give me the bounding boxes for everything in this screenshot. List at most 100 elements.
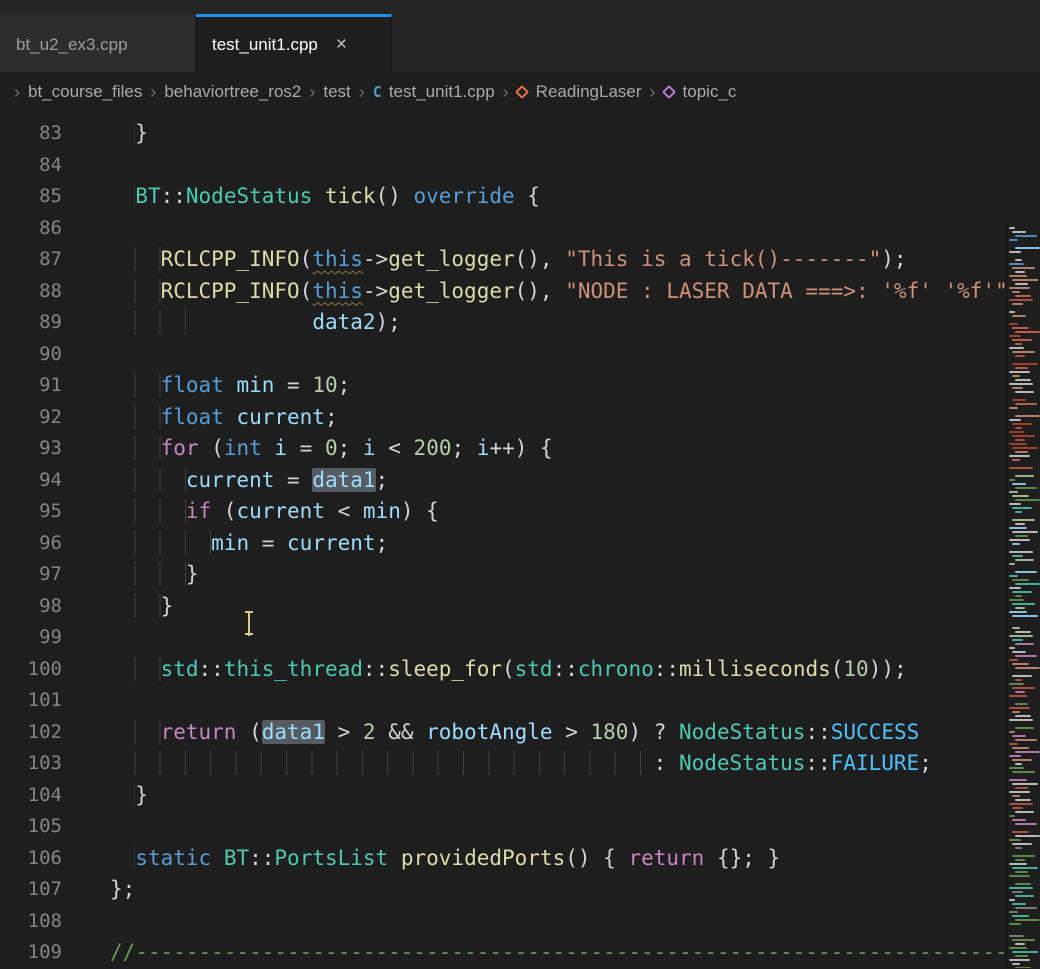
code-token: = [274, 468, 312, 492]
line-number[interactable]: 87 [0, 244, 62, 276]
code-token [110, 751, 654, 775]
line-number[interactable]: 102 [0, 717, 62, 749]
code-line-86[interactable] [110, 213, 1006, 245]
code-line-98[interactable]: } [110, 591, 1006, 623]
line-number[interactable]: 98 [0, 591, 62, 623]
line-number[interactable]: 91 [0, 370, 62, 402]
code-line-95[interactable]: if (current < min) { [110, 496, 1006, 528]
line-number[interactable]: 104 [0, 780, 62, 812]
line-number[interactable]: 99 [0, 622, 62, 654]
breadcrumb-item-behaviortree-ros2[interactable]: behaviortree_ros2 [164, 82, 301, 102]
code-token: return [628, 846, 704, 870]
code-token: std [515, 657, 553, 681]
code-token [110, 783, 135, 807]
code-line-104[interactable]: } [110, 780, 1006, 812]
code-token: static [135, 846, 211, 870]
code-line-85[interactable]: BT::NodeStatus tick() override { [110, 181, 1006, 213]
line-number[interactable]: 95 [0, 496, 62, 528]
code-line-84[interactable] [110, 150, 1006, 182]
code-token: chrono [578, 657, 654, 681]
breadcrumb-label: bt_course_files [28, 82, 142, 102]
code-token [110, 562, 186, 586]
code-token: = [274, 373, 312, 397]
line-number[interactable]: 96 [0, 528, 62, 560]
line-number[interactable]: 101 [0, 685, 62, 717]
code-line-100[interactable]: std::this_thread::sleep_for(std::chrono:… [110, 654, 1006, 686]
code-line-99[interactable] [110, 622, 1006, 654]
line-number[interactable]: 90 [0, 339, 62, 371]
code-area[interactable]: } BT::NodeStatus tick() override { RCLCP… [110, 118, 1006, 968]
code-token: for [161, 436, 199, 460]
line-number[interactable]: 85 [0, 181, 62, 213]
code-line-92[interactable]: float current; [110, 402, 1006, 434]
code-token: ( [831, 657, 844, 681]
code-token: } [161, 594, 174, 618]
line-number[interactable]: 109 [0, 937, 62, 969]
breadcrumb-item-topic-c[interactable]: topic_c [664, 82, 737, 102]
code-token: i [274, 436, 287, 460]
line-number[interactable]: 94 [0, 465, 62, 497]
code-line-87[interactable]: RCLCPP_INFO(this->get_logger(), "This is… [110, 244, 1006, 276]
line-number[interactable]: 93 [0, 433, 62, 465]
code-token: ); [881, 247, 906, 271]
line-number[interactable]: 88 [0, 276, 62, 308]
code-line-107[interactable]: }; [110, 874, 1006, 906]
code-line-97[interactable]: } [110, 559, 1006, 591]
code-line-83[interactable]: } [110, 118, 1006, 150]
code-line-88[interactable]: RCLCPP_INFO(this->get_logger(), "NODE : … [110, 276, 1006, 308]
code-line-89[interactable]: data2); [110, 307, 1006, 339]
string-token: "This is a tick()-------" [565, 247, 881, 271]
line-number[interactable]: 92 [0, 402, 62, 434]
code-line-102[interactable]: return (data1 > 2 && robotAngle > 180) ?… [110, 717, 1006, 749]
code-line-109[interactable]: //--------------------------------------… [110, 937, 1006, 968]
code-line-90[interactable] [110, 339, 1006, 371]
breadcrumb-item-readinglaser[interactable]: ReadingLaser [517, 82, 642, 102]
line-number[interactable]: 107 [0, 874, 62, 906]
line-number[interactable]: 86 [0, 213, 62, 245]
code-line-108[interactable] [110, 906, 1006, 938]
code-token [110, 247, 161, 271]
code-line-94[interactable]: current = data1; [110, 465, 1006, 497]
code-token: get_logger [388, 279, 514, 303]
code-line-106[interactable]: static BT::PortsList providedPorts() { r… [110, 843, 1006, 875]
code-token: :: [363, 657, 388, 681]
code-token: sleep_for [388, 657, 502, 681]
code-token: NodeStatus [186, 184, 312, 208]
code-line-103[interactable]: : NodeStatus::FAILURE; [110, 748, 1006, 780]
line-number[interactable]: 103 [0, 748, 62, 780]
code-line-91[interactable]: float min = 10; [110, 370, 1006, 402]
breadcrumb-item-test[interactable]: test [323, 82, 350, 102]
code-token: :: [553, 657, 578, 681]
code-token: }; [110, 877, 135, 901]
code-token: NodeStatus [679, 751, 805, 775]
code-token: ( [236, 720, 261, 744]
line-number[interactable]: 83 [0, 118, 62, 150]
code-line-96[interactable]: min = current; [110, 528, 1006, 560]
line-number[interactable]: 100 [0, 654, 62, 686]
code-token: : [654, 751, 679, 775]
code-token: min [236, 373, 274, 397]
breadcrumb-label: test_unit1.cpp [389, 82, 495, 102]
breadcrumb-item-bt-course-files[interactable]: bt_course_files [28, 82, 142, 102]
breadcrumb-item-test-unit1-cpp[interactable]: Ctest_unit1.cpp [373, 82, 495, 102]
line-number[interactable]: 89 [0, 307, 62, 339]
code-token: if [186, 499, 211, 523]
code-line-105[interactable] [110, 811, 1006, 843]
code-line-101[interactable] [110, 685, 1006, 717]
code-line-93[interactable]: for (int i = 0; i < 200; i++) { [110, 433, 1006, 465]
code-token: :: [161, 184, 186, 208]
code-token: 2 [363, 720, 376, 744]
tab-close-icon[interactable]: × [336, 35, 347, 54]
breadcrumb-separator-icon: › [503, 82, 509, 103]
tab-bt-u2-ex3-cpp[interactable]: bt_u2_ex3.cpp [0, 14, 196, 72]
line-number[interactable]: 105 [0, 811, 62, 843]
code-token: :: [199, 657, 224, 681]
code-token: this_thread [224, 657, 363, 681]
minimap[interactable] [1006, 224, 1040, 968]
line-number[interactable]: 106 [0, 843, 62, 875]
tab-test-unit1-cpp[interactable]: test_unit1.cpp× [196, 14, 392, 72]
line-number[interactable]: 108 [0, 906, 62, 938]
line-number[interactable]: 97 [0, 559, 62, 591]
line-number[interactable]: 84 [0, 150, 62, 182]
code-token [110, 279, 161, 303]
